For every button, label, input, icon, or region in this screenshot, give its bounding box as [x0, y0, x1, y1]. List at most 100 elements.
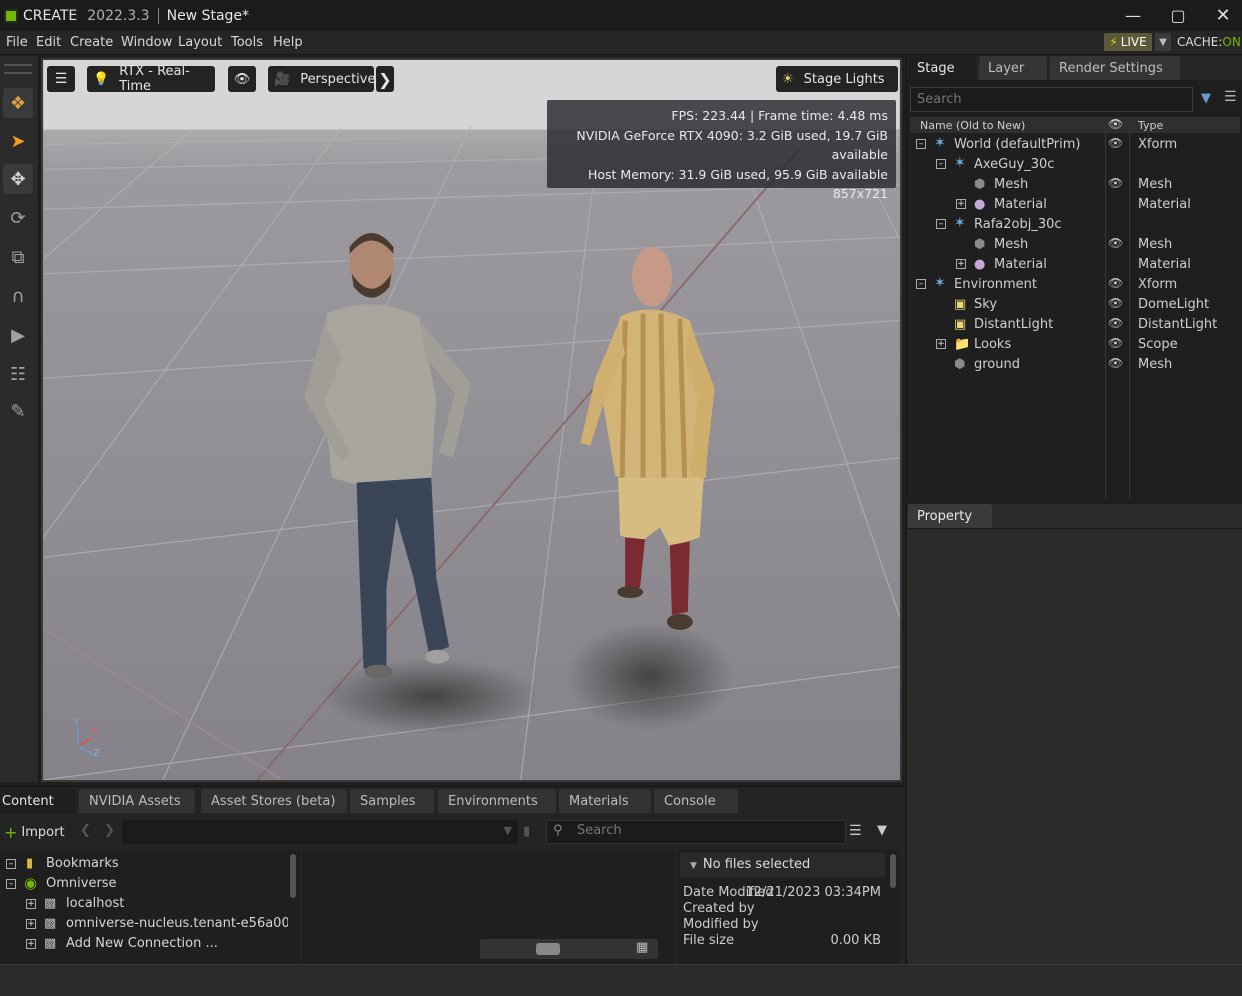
- tab-asset-stores[interactable]: Asset Stores (beta): [201, 789, 347, 813]
- tree-row[interactable]: + ● Material Material: [910, 254, 1240, 274]
- minimize-icon[interactable]: —: [1121, 4, 1145, 26]
- tab-stage[interactable]: Stage: [908, 56, 976, 80]
- forward-arrow-icon[interactable]: ❯: [104, 823, 115, 838]
- eye-icon[interactable]: 👁: [1108, 276, 1123, 290]
- tree-row[interactable]: – ✶ AxeGuy_30c: [910, 154, 1240, 174]
- viewport-settings-button[interactable]: ☰: [47, 66, 75, 92]
- eye-icon[interactable]: 👁: [1108, 236, 1123, 250]
- expand-icon[interactable]: +: [956, 259, 966, 269]
- grid-view-icon[interactable]: ▦: [636, 940, 648, 955]
- move-icon[interactable]: ✥: [3, 164, 33, 194]
- rotate-icon[interactable]: ⟳: [3, 203, 33, 233]
- tab-environments[interactable]: Environments: [438, 789, 556, 813]
- menu-tools[interactable]: Tools: [231, 35, 263, 50]
- maximize-icon[interactable]: ▢: [1166, 4, 1190, 26]
- column-type-header[interactable]: Type: [1138, 119, 1163, 132]
- physics-icon[interactable]: ☷: [3, 359, 33, 389]
- tree-row[interactable]: – ✶ Rafa2obj_30c: [910, 214, 1240, 234]
- tree-scrollbar[interactable]: [290, 854, 296, 898]
- select-arrow-icon[interactable]: ➤: [3, 126, 33, 156]
- tab-console[interactable]: Console: [654, 789, 738, 813]
- expand-icon[interactable]: +: [26, 919, 36, 929]
- tree-row[interactable]: – ✶ Environment 👁 Xform: [910, 274, 1240, 294]
- column-name-header[interactable]: Name (Old to New): [920, 119, 1025, 132]
- render-mode-button[interactable]: 💡 RTX - Real-Time: [87, 64, 215, 94]
- details-scrollbar[interactable]: [890, 854, 896, 888]
- path-input[interactable]: ▼: [122, 820, 518, 844]
- tree-row[interactable]: ▣ DistantLight 👁 DistantLight: [910, 314, 1240, 334]
- camera-button[interactable]: 🎥 Perspective: [268, 66, 375, 92]
- tab-render-settings[interactable]: Render Settings: [1050, 56, 1180, 80]
- details-header[interactable]: ▼ No files selected: [680, 853, 885, 877]
- tree-item-add-connection[interactable]: + ▩ Add New Connection ...: [0, 934, 290, 954]
- tab-materials[interactable]: Materials: [559, 789, 651, 813]
- import-button[interactable]: + Import: [0, 820, 70, 844]
- expand-icon[interactable]: +: [26, 939, 36, 949]
- live-dropdown-button[interactable]: ▼: [1155, 33, 1171, 51]
- visibility-button[interactable]: 👁: [228, 66, 256, 92]
- filter-icon[interactable]: ▼: [1201, 91, 1211, 106]
- back-arrow-icon[interactable]: ❮: [80, 823, 91, 838]
- tree-row[interactable]: ⬢ Mesh 👁 Mesh: [910, 234, 1240, 254]
- eye-icon[interactable]: 👁: [1108, 336, 1123, 350]
- tree-row[interactable]: + ● Material Material: [910, 194, 1240, 214]
- collapse-icon[interactable]: –: [916, 279, 926, 289]
- expand-icon[interactable]: +: [956, 199, 966, 209]
- zoom-slider[interactable]: ▦: [480, 939, 658, 959]
- tab-samples[interactable]: Samples: [350, 789, 434, 813]
- stage-search-input[interactable]: [910, 87, 1193, 112]
- collapse-icon[interactable]: –: [936, 159, 946, 169]
- collapse-icon[interactable]: –: [936, 219, 946, 229]
- collapse-icon[interactable]: –: [6, 859, 16, 869]
- play-icon[interactable]: ▶: [3, 320, 33, 350]
- tree-item-omniverse[interactable]: – ◉ Omniverse: [0, 874, 290, 894]
- menu-layout[interactable]: Layout: [178, 35, 222, 50]
- stage-lights-button[interactable]: ☀ Stage Lights: [776, 66, 898, 92]
- path-dropdown-icon[interactable]: ▼: [504, 824, 512, 837]
- viewport[interactable]: Y X Z ☰ 💡 RTX - Real-Time 👁 🎥 Perspective …: [41, 58, 902, 782]
- collapse-icon[interactable]: –: [6, 879, 16, 889]
- eye-icon[interactable]: 👁: [1108, 176, 1123, 190]
- select-mode-icon[interactable]: ❖: [3, 88, 33, 118]
- toolbar-grip[interactable]: [4, 64, 32, 74]
- expand-toolbar-button[interactable]: ❯: [376, 66, 394, 92]
- tab-property[interactable]: Property: [908, 504, 992, 528]
- tree-item-localhost[interactable]: + ▩ localhost: [0, 894, 290, 914]
- expand-icon[interactable]: +: [936, 339, 946, 349]
- eye-icon[interactable]: 👁: [1108, 356, 1123, 370]
- zoom-slider-thumb[interactable]: [536, 943, 560, 955]
- menu-help[interactable]: Help: [273, 35, 303, 50]
- collapse-icon[interactable]: –: [916, 139, 926, 149]
- menu-window[interactable]: Window: [121, 35, 172, 50]
- eye-icon[interactable]: 👁: [1108, 136, 1123, 150]
- menu-icon[interactable]: ☰: [1224, 89, 1237, 105]
- live-button[interactable]: ⚡ LIVE: [1104, 33, 1152, 51]
- filter-icon[interactable]: ▼: [877, 823, 887, 838]
- eye-icon[interactable]: 👁: [1108, 316, 1123, 330]
- tab-content[interactable]: Content: [0, 789, 76, 813]
- tree-row[interactable]: ⬢ Mesh 👁 Mesh: [910, 174, 1240, 194]
- close-icon[interactable]: ✕: [1211, 4, 1235, 26]
- menu-file[interactable]: File: [6, 35, 28, 50]
- eye-icon[interactable]: 👁: [1108, 296, 1123, 310]
- tree-row[interactable]: – ✶ World (defaultPrim) 👁 Xform: [910, 134, 1240, 154]
- paint-brush-icon[interactable]: ✎: [3, 396, 33, 426]
- list-view-icon[interactable]: ☰: [849, 823, 862, 839]
- tree-item-nucleus[interactable]: + ▩ omniverse-nucleus.tenant-e56a00-dev: [0, 914, 290, 934]
- tree-row[interactable]: ▣ Sky 👁 DomeLight: [910, 294, 1240, 314]
- expand-icon[interactable]: +: [26, 899, 36, 909]
- content-search-input[interactable]: [577, 823, 837, 838]
- column-visibility-eye-icon[interactable]: 👁: [1108, 117, 1123, 131]
- tree-row[interactable]: ⬢ ground 👁 Mesh: [910, 354, 1240, 374]
- content-search[interactable]: ⚲: [546, 820, 846, 844]
- menu-create[interactable]: Create: [70, 35, 113, 50]
- bookmark-icon[interactable]: ▮: [523, 824, 530, 839]
- tab-nvidia-assets[interactable]: NVIDIA Assets: [79, 789, 195, 813]
- tab-layer[interactable]: Layer: [979, 56, 1047, 80]
- property-panel: Property: [906, 504, 1242, 964]
- tree-row[interactable]: + 📁 Looks 👁 Scope: [910, 334, 1240, 354]
- scale-icon[interactable]: ⧉: [3, 242, 33, 272]
- menu-edit[interactable]: Edit: [36, 35, 61, 50]
- snap-icon[interactable]: ∩: [3, 281, 33, 311]
- tree-item-bookmarks[interactable]: – ▮ Bookmarks: [0, 854, 290, 874]
